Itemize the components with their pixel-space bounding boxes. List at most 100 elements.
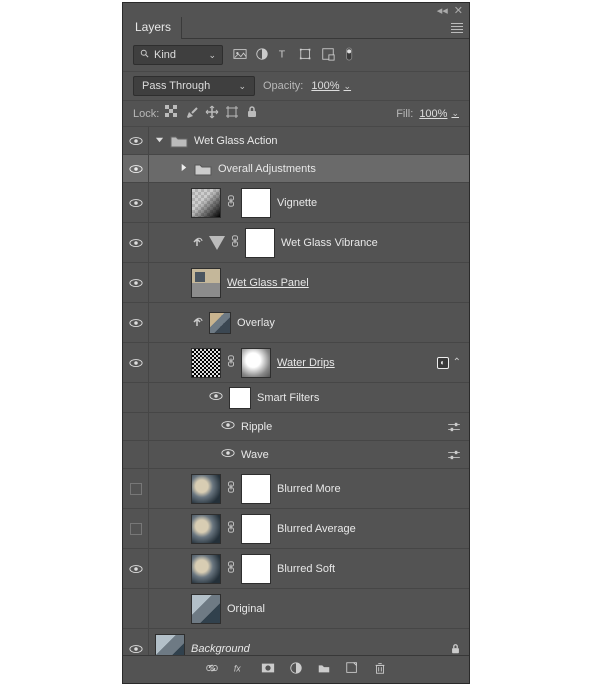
lock-position-icon[interactable] xyxy=(205,105,219,122)
disclosure-open-icon[interactable] xyxy=(155,135,164,147)
visibility-toggle[interactable] xyxy=(123,549,149,588)
mask-thumb[interactable] xyxy=(241,514,271,544)
filter-toggle-switch[interactable] xyxy=(343,47,357,64)
filter-wave[interactable]: Wave xyxy=(123,441,469,469)
trash-icon[interactable] xyxy=(373,661,387,678)
filter-ripple[interactable]: Ripple xyxy=(123,413,469,441)
link-layers-icon[interactable] xyxy=(205,661,219,678)
layer-wet-glass-panel[interactable]: Wet Glass Panel xyxy=(123,263,469,303)
layer-thumb[interactable] xyxy=(191,268,221,298)
visibility-toggle[interactable] xyxy=(123,155,149,182)
layer-list: Wet Glass Action Overall Adjustments Vig… xyxy=(123,127,469,655)
new-layer-icon[interactable] xyxy=(345,661,359,678)
layer-name: Blurred Average xyxy=(277,523,356,535)
visibility-toggle[interactable] xyxy=(123,629,149,655)
lock-brush-icon[interactable] xyxy=(185,105,199,122)
close-icon[interactable]: ✕ xyxy=(454,4,463,17)
layer-group-overall[interactable]: Overall Adjustments xyxy=(123,155,469,183)
layer-blurred-average[interactable]: Blurred Average xyxy=(123,509,469,549)
panel-menu-icon[interactable] xyxy=(445,21,463,35)
disclosure-closed-icon[interactable] xyxy=(179,163,188,175)
layer-name: Vignette xyxy=(277,197,317,209)
filter-type-icon[interactable]: T xyxy=(277,47,291,64)
adjustment-icon[interactable] xyxy=(289,661,303,678)
filter-adjust-icon[interactable] xyxy=(255,47,269,64)
chevron-down-icon: ⌄ xyxy=(451,108,459,119)
visibility-toggle[interactable] xyxy=(209,391,223,404)
mask-icon[interactable] xyxy=(261,661,275,678)
mask-thumb[interactable] xyxy=(241,348,271,378)
layer-vibrance[interactable]: Wet Glass Vibrance xyxy=(123,223,469,263)
layer-thumb[interactable] xyxy=(191,594,221,624)
layer-thumb[interactable] xyxy=(191,514,221,544)
link-icon xyxy=(227,195,235,210)
visibility-toggle[interactable] xyxy=(123,469,149,508)
visibility-toggle[interactable] xyxy=(221,448,235,461)
layer-thumb[interactable] xyxy=(155,634,185,656)
layer-vignette[interactable]: Vignette xyxy=(123,183,469,223)
filter-pixel-icon[interactable] xyxy=(233,47,247,64)
lock-row: Lock: Fill: 100% ⌄ xyxy=(123,101,469,127)
filter-smart-icon[interactable] xyxy=(321,47,335,64)
mask-thumb[interactable] xyxy=(241,188,271,218)
filter-kind-select[interactable]: Kind ⌄ xyxy=(133,45,223,65)
filter-blend-icon[interactable] xyxy=(447,422,461,432)
mask-thumb[interactable] xyxy=(241,554,271,584)
group-icon[interactable] xyxy=(317,661,331,678)
fill-value[interactable]: 100% ⌄ xyxy=(419,108,459,120)
filter-name: Ripple xyxy=(241,421,272,433)
mask-thumb[interactable] xyxy=(241,474,271,504)
lock-all-icon[interactable] xyxy=(245,105,259,122)
blend-mode-select[interactable]: Pass Through ⌄ xyxy=(133,76,255,96)
mask-thumb[interactable] xyxy=(245,228,275,258)
layer-thumb[interactable] xyxy=(191,188,221,218)
filter-shape-icon[interactable] xyxy=(299,47,313,64)
visibility-toggle[interactable] xyxy=(123,303,149,342)
blend-mode-label: Pass Through xyxy=(142,80,210,92)
layer-background[interactable]: Background xyxy=(123,629,469,655)
layer-group-wet-glass[interactable]: Wet Glass Action xyxy=(123,127,469,155)
visibility-toggle[interactable] xyxy=(123,183,149,222)
layer-blurred-soft[interactable]: Blurred Soft xyxy=(123,549,469,589)
fx-icon[interactable]: fx xyxy=(233,661,247,678)
filter-blend-icon[interactable] xyxy=(447,450,461,460)
filter-mask-thumb[interactable] xyxy=(229,387,251,409)
chevron-down-icon: ⌄ xyxy=(208,50,216,61)
chevron-up-icon[interactable]: ⌃ xyxy=(453,357,461,368)
panel-top-controls: ◂◂ ✕ xyxy=(123,3,469,17)
lock-transparent-icon[interactable] xyxy=(165,105,179,122)
lock-icon xyxy=(450,643,461,655)
link-icon xyxy=(227,355,235,370)
visibility-toggle[interactable] xyxy=(123,263,149,302)
visibility-toggle[interactable] xyxy=(221,420,235,433)
layer-thumb[interactable] xyxy=(191,348,221,378)
layer-water-drips[interactable]: Water Drips ◐ ⌃ xyxy=(123,343,469,383)
bottom-toolbar: fx xyxy=(123,655,469,683)
layer-blurred-more[interactable]: Blurred More xyxy=(123,469,469,509)
layer-original[interactable]: Original xyxy=(123,589,469,629)
opacity-value[interactable]: 100% ⌄ xyxy=(311,80,351,92)
layers-panel: ◂◂ ✕ Layers Kind ⌄ T Pass Through ⌄ Opa xyxy=(122,2,470,684)
lock-artboard-icon[interactable] xyxy=(225,105,239,122)
layer-name: Overlay xyxy=(237,317,275,329)
visibility-toggle[interactable] xyxy=(123,223,149,262)
link-icon xyxy=(231,235,239,250)
layer-name: Background xyxy=(191,643,250,655)
visibility-toggle[interactable] xyxy=(123,127,149,154)
search-icon xyxy=(140,49,150,62)
filter-name: Wave xyxy=(241,449,269,461)
visibility-toggle[interactable] xyxy=(123,509,149,548)
layer-thumb[interactable] xyxy=(191,474,221,504)
layer-name: Original xyxy=(227,603,265,615)
visibility-blank xyxy=(123,383,149,412)
svg-text:fx: fx xyxy=(234,664,241,674)
layer-smart-filters[interactable]: Smart Filters xyxy=(123,383,469,413)
tab-layers[interactable]: Layers xyxy=(123,17,182,39)
visibility-toggle[interactable] xyxy=(123,343,149,382)
collapse-icon[interactable]: ◂◂ xyxy=(437,4,448,17)
layer-name: Wet Glass Vibrance xyxy=(281,237,378,249)
layer-thumb[interactable] xyxy=(209,312,231,334)
vibrance-icon xyxy=(209,236,225,250)
layer-thumb[interactable] xyxy=(191,554,221,584)
layer-overlay[interactable]: Overlay xyxy=(123,303,469,343)
